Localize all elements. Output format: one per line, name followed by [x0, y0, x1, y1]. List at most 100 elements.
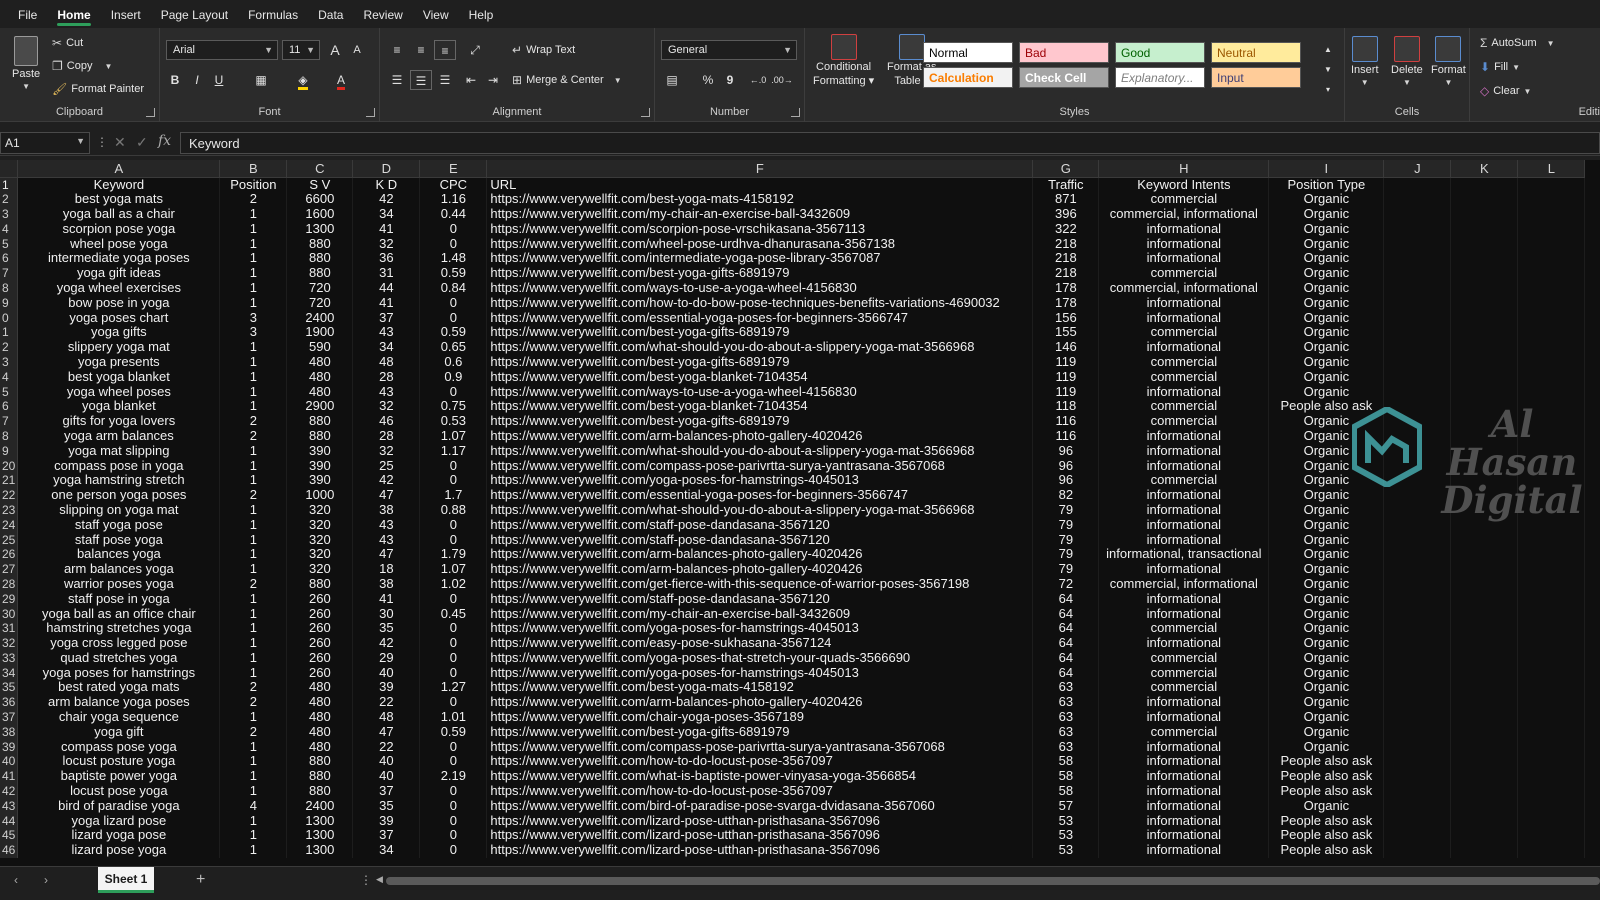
row-header[interactable]: 31 — [0, 620, 19, 636]
delete-cells-button[interactable]: Delete ▼ — [1391, 36, 1423, 87]
cell-b[interactable]: 2 — [219, 487, 288, 503]
cell-style-bad[interactable]: Bad — [1019, 42, 1109, 63]
cell-c[interactable]: 720 — [286, 280, 354, 296]
cell-h[interactable]: informational — [1098, 250, 1270, 266]
cell-i[interactable]: Organic — [1268, 458, 1385, 473]
cell-j[interactable] — [1383, 828, 1452, 843]
cell-i[interactable]: People also ask — [1268, 842, 1385, 858]
cell-h[interactable]: informational — [1098, 295, 1270, 311]
cell-j[interactable] — [1383, 398, 1452, 414]
menu-tab-review[interactable]: Review — [353, 0, 412, 28]
cell-g[interactable]: 218 — [1032, 236, 1100, 251]
cell-j[interactable] — [1383, 783, 1452, 799]
cell-c[interactable]: 260 — [286, 665, 354, 681]
cell-k[interactable] — [1450, 680, 1519, 695]
align-right-button[interactable]: ☰ — [434, 70, 456, 90]
cell-c[interactable]: 880 — [286, 265, 354, 281]
cell-i[interactable]: Organic — [1268, 591, 1385, 607]
cell-a[interactable]: hamstring stretches yoga — [17, 620, 221, 636]
cell-i[interactable]: Organic — [1268, 236, 1385, 251]
row-header[interactable]: 9 — [0, 443, 19, 459]
cell-l[interactable] — [1517, 591, 1586, 607]
cell-c[interactable]: 260 — [286, 635, 354, 651]
cell-a[interactable]: staff pose yoga — [17, 532, 221, 547]
cell-d[interactable]: 47 — [352, 546, 421, 562]
cell-c[interactable]: S V — [286, 177, 354, 192]
cell-e[interactable]: 0 — [419, 591, 488, 607]
cell-j[interactable] — [1383, 221, 1452, 237]
cell-a[interactable]: best yoga blanket — [17, 369, 221, 385]
styles-expand-button[interactable]: ▾ — [1317, 80, 1339, 100]
cell-l[interactable] — [1517, 250, 1586, 266]
cell-f[interactable]: https://www.verywellfit.com/best-yoga-gi… — [486, 265, 1034, 281]
cell-d[interactable]: 47 — [352, 724, 421, 740]
cell-k[interactable] — [1450, 783, 1519, 799]
row-header[interactable]: 34 — [0, 665, 19, 681]
borders-button[interactable]: ▦ — [250, 70, 272, 90]
cell-i[interactable]: Organic — [1268, 472, 1385, 488]
cell-e[interactable]: 0.65 — [419, 339, 488, 355]
cell-e[interactable]: 0 — [419, 472, 488, 488]
cell-c[interactable]: 1300 — [286, 221, 354, 237]
cell-h[interactable]: commercial, informational — [1098, 206, 1270, 222]
cell-l[interactable] — [1517, 221, 1586, 237]
cell-h[interactable]: commercial — [1098, 354, 1270, 370]
increase-indent-button[interactable]: ⇥ — [482, 70, 504, 90]
cell-l[interactable] — [1517, 783, 1586, 799]
cell-i[interactable]: Organic — [1268, 443, 1385, 459]
cell-g[interactable]: 64 — [1032, 650, 1100, 666]
cell-k[interactable] — [1450, 354, 1519, 370]
cell-f[interactable]: https://www.verywellfit.com/ways-to-use-… — [486, 280, 1034, 296]
cell-b[interactable]: 2 — [219, 413, 288, 429]
cell-k[interactable] — [1450, 724, 1519, 740]
cell-b[interactable]: 1 — [219, 709, 288, 725]
cell-e[interactable]: 0.9 — [419, 369, 488, 385]
cell-d[interactable]: K D — [352, 177, 421, 192]
merge-center-button[interactable]: ⊞ Merge & Center ▼ — [512, 73, 622, 87]
scroll-left-arrow-icon[interactable]: ◀ — [376, 874, 383, 885]
cell-b[interactable]: 1 — [219, 754, 288, 769]
cell-l[interactable] — [1517, 798, 1586, 814]
cell-b[interactable]: 2 — [219, 694, 288, 710]
cell-f[interactable]: https://www.verywellfit.com/what-should-… — [486, 443, 1034, 459]
cell-e[interactable]: 0 — [419, 635, 488, 651]
cell-j[interactable] — [1383, 680, 1452, 695]
cell-f[interactable]: https://www.verywellfit.com/best-yoga-bl… — [486, 398, 1034, 414]
cell-a[interactable]: yoga gifts — [17, 324, 221, 340]
cell-g[interactable]: 53 — [1032, 842, 1100, 858]
cell-g[interactable]: 64 — [1032, 620, 1100, 636]
cell-l[interactable] — [1517, 694, 1586, 710]
cell-j[interactable] — [1383, 487, 1452, 503]
cell-h[interactable]: informational — [1098, 709, 1270, 725]
cell-h[interactable]: commercial — [1098, 620, 1270, 636]
cell-g[interactable]: 53 — [1032, 828, 1100, 843]
align-middle-button[interactable]: ≡ — [410, 40, 432, 60]
cell-d[interactable]: 28 — [352, 369, 421, 385]
cell-e[interactable]: 0 — [419, 620, 488, 636]
cell-i[interactable]: Organic — [1268, 487, 1385, 503]
cell-j[interactable] — [1383, 354, 1452, 370]
row-header[interactable]: 29 — [0, 591, 19, 607]
cell-l[interactable] — [1517, 680, 1586, 695]
cell-c[interactable]: 880 — [286, 576, 354, 592]
cell-e[interactable]: 0 — [419, 650, 488, 666]
cell-j[interactable] — [1383, 369, 1452, 385]
cancel-icon[interactable]: ✕ — [114, 134, 126, 151]
cell-d[interactable]: 22 — [352, 694, 421, 710]
cell-b[interactable]: 2 — [219, 724, 288, 740]
cell-h[interactable]: informational — [1098, 458, 1270, 473]
styles-scroll-down-button[interactable]: ▼ — [1317, 60, 1339, 80]
cell-f[interactable]: https://www.verywellfit.com/scorpion-pos… — [486, 221, 1034, 237]
cell-i[interactable]: Organic — [1268, 191, 1385, 207]
cell-h[interactable]: informational — [1098, 842, 1270, 858]
cell-e[interactable]: 0.59 — [419, 265, 488, 281]
cell-j[interactable] — [1383, 339, 1452, 355]
cell-e[interactable]: 0 — [419, 384, 488, 399]
cell-b[interactable]: 1 — [219, 398, 288, 414]
cell-g[interactable]: 218 — [1032, 265, 1100, 281]
row-header[interactable]: 6 — [0, 398, 19, 414]
cell-k[interactable] — [1450, 458, 1519, 473]
cell-j[interactable] — [1383, 694, 1452, 710]
italic-button[interactable]: I — [186, 70, 208, 90]
cell-j[interactable] — [1383, 606, 1452, 621]
